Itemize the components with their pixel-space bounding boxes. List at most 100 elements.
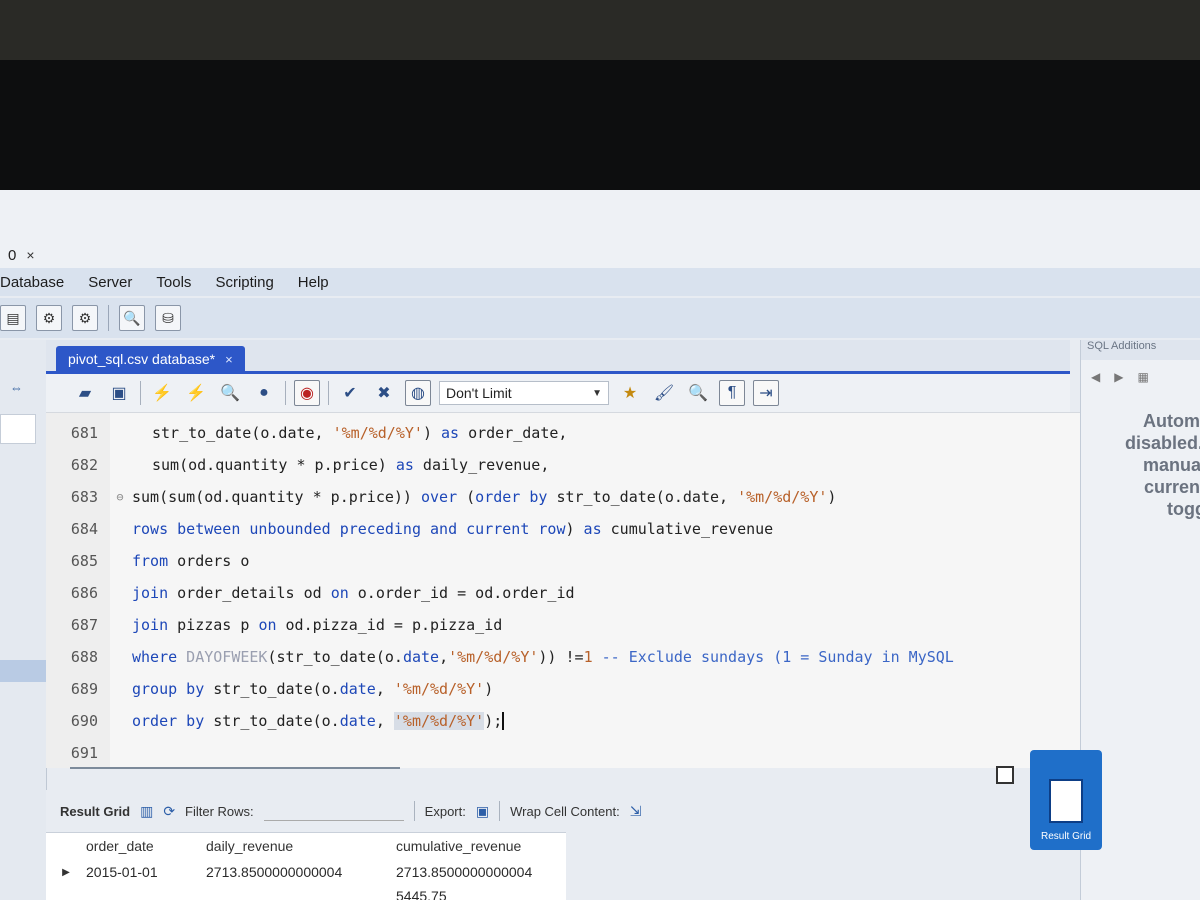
reconnect-icon[interactable]: ⛁ (155, 305, 181, 331)
code-text: rows between unbounded preceding and cur… (132, 520, 774, 538)
invisible-chars-icon[interactable]: ¶ (719, 380, 745, 406)
open-folder-icon[interactable]: ▰ (72, 380, 98, 406)
navigator-selected-row[interactable] (0, 660, 46, 682)
export-save-icon[interactable]: ▣ (476, 803, 489, 820)
line-number: 691 (70, 744, 98, 762)
monitor-bezel-top (0, 0, 1200, 60)
forward-arrow-icon[interactable]: ▶ (1114, 370, 1123, 384)
code-text: join pizzas p on od.pizza_id = p.pizza_i… (132, 616, 503, 634)
new-schema-icon[interactable]: ▤ (0, 305, 26, 331)
find-icon[interactable]: 🔍 (685, 380, 711, 406)
create-table-icon[interactable]: ⚙ (36, 305, 62, 331)
column-header[interactable]: order_date (86, 838, 206, 854)
code-line: 684 rows between unbounded preceding and… (46, 513, 1086, 545)
line-number: 689 (70, 680, 98, 698)
menu-tools[interactable]: Tools (144, 274, 203, 291)
table-row[interactable]: ▶ 2015-01-01 2713.8500000000004 2713.850… (46, 859, 566, 885)
title-strip: 0 × (0, 190, 1200, 268)
main-toolbar: ▤ ⚙ ⚙ 🔍 ⛁ (0, 298, 1200, 338)
line-number: 686 (70, 584, 98, 602)
chevron-down-icon: ▼ (592, 387, 602, 399)
toolbar-separator (413, 801, 415, 821)
monitor-bezel (0, 60, 1200, 190)
column-header[interactable]: daily_revenue (206, 838, 396, 854)
refresh-icon[interactable]: ⟳ (163, 803, 175, 820)
result-grid-label: Result Grid (60, 803, 131, 819)
line-number: 682 (70, 456, 98, 474)
limit-rows-value: Don't Limit (446, 385, 512, 401)
explain-icon[interactable]: 🔍 (217, 380, 243, 406)
table-cell[interactable]: 2713.8500000000004 (396, 864, 566, 880)
toolbar-separator (328, 381, 329, 405)
workbench-window: 0 × Database Server Tools Scripting Help… (0, 190, 1200, 900)
limit-rows-select[interactable]: Don't Limit ▼ (439, 381, 609, 405)
code-line: 686 join order_details od on o.order_id … (46, 577, 1086, 609)
grid-view-icon[interactable]: ▥ (140, 803, 153, 820)
result-grid-side-label: Result Grid (1040, 831, 1091, 842)
table-cell[interactable]: 2015-01-01 (86, 864, 206, 880)
line-number: 681 (70, 424, 98, 442)
result-toolbar: Result Grid ▥ ⟳ Filter Rows: Export: ▣ W… (46, 790, 1006, 832)
back-arrow-icon[interactable]: ◀ (1091, 370, 1100, 384)
code-text: where DAYOFWEEK(str_to_date(o.date,'%m/%… (132, 648, 954, 666)
code-line: 690 order by str_to_date(o.date, '%m/%d/… (46, 705, 1086, 737)
execute-lightning-icon[interactable]: ⚡ (149, 380, 175, 406)
code-line: 682 sum(od.quantity * p.price) as daily_… (46, 449, 1086, 481)
row-pointer-icon: ▶ (62, 866, 70, 878)
panel-header: SQL Additions (1081, 340, 1200, 360)
close-icon[interactable]: × (26, 247, 34, 263)
toolbar-separator (140, 381, 141, 405)
text-cursor (502, 712, 505, 731)
stop-icon[interactable]: ● (251, 380, 277, 406)
line-number: 687 (70, 616, 98, 634)
menu-scripting[interactable]: Scripting (203, 274, 285, 291)
code-text: sum(od.quantity * p.price) as daily_reve… (152, 456, 550, 474)
code-line: 689 group by str_to_date(o.date, '%m/%d/… (46, 673, 1086, 705)
menubar: Database Server Tools Scripting Help (0, 268, 1200, 296)
navigator-panel: ⇔ (0, 340, 47, 900)
line-number: 690 (70, 712, 98, 730)
line-number: 688 (70, 648, 98, 666)
table-row[interactable]: 5445.75 (46, 883, 566, 900)
grid-document-icon (1049, 779, 1083, 823)
close-icon[interactable]: × (225, 352, 233, 367)
table-cell[interactable]: 5445.75 (396, 888, 566, 900)
code-line: 683 ⊖ sum(sum(od.quantity * p.price)) ove… (46, 481, 1086, 513)
code-line: 681 str_to_date(o.date, '%m/%d/%Y') as o… (46, 417, 1086, 449)
code-line: 688 where DAYOFWEEK(str_to_date(o.date,'… (46, 641, 1086, 673)
menu-database[interactable]: Database (0, 274, 76, 291)
grid-header-row: order_date daily_revenue cumulative_reve… (46, 833, 566, 859)
execute-current-icon[interactable]: ⚡ (183, 380, 209, 406)
save-icon[interactable]: ▣ (106, 380, 132, 406)
menu-help[interactable]: Help (286, 274, 341, 291)
editor-horizontal-scrollbar[interactable] (70, 767, 400, 769)
create-view-icon[interactable]: ⚙ (72, 305, 98, 331)
word-wrap-icon[interactable]: ⇥ (753, 380, 779, 406)
menu-server[interactable]: Server (76, 274, 144, 291)
snippet-icon[interactable]: ▦ (1137, 370, 1148, 384)
code-text: str_to_date(o.date, '%m/%d/%Y') as order… (152, 424, 568, 442)
table-cell[interactable]: 2713.8500000000004 (206, 864, 396, 880)
filter-rows-input[interactable] (263, 802, 404, 821)
autocommit-icon[interactable]: ◍ (405, 380, 431, 406)
code-line: 687 join pizzas p on od.pizza_id = p.piz… (46, 609, 1086, 641)
column-header[interactable]: cumulative_revenue (396, 838, 566, 854)
connection-tab[interactable]: 0 × (0, 242, 43, 268)
result-grid-side-button[interactable]: Result Grid (1030, 750, 1102, 850)
navigator-search-field[interactable] (0, 414, 36, 444)
search-table-icon[interactable]: 🔍 (119, 305, 145, 331)
add-snippet-star-icon[interactable]: ★ (617, 380, 643, 406)
editor-tab-label: pivot_sql.csv database* (68, 351, 216, 367)
fold-toggle-icon[interactable]: ⊖ (110, 490, 130, 504)
toggle-output-icon[interactable]: ◉ (294, 380, 320, 406)
beautify-broom-icon[interactable]: 🖌 (651, 380, 677, 406)
commit-icon[interactable]: ✔ (337, 380, 363, 406)
code-text: order by str_to_date(o.date, '%m/%d/%Y')… (132, 711, 505, 731)
toggle-panel-icon[interactable] (996, 766, 1014, 784)
wrap-cell-icon[interactable]: ⇲ (630, 803, 642, 820)
rollback-icon[interactable]: ✖ (371, 380, 397, 406)
expand-arrows-icon[interactable]: ⇔ (10, 380, 23, 395)
editor-tab[interactable]: pivot_sql.csv database* × (56, 346, 245, 372)
export-label: Export: (424, 803, 466, 819)
sql-editor[interactable]: 681 str_to_date(o.date, '%m/%d/%Y') as o… (46, 412, 1086, 768)
